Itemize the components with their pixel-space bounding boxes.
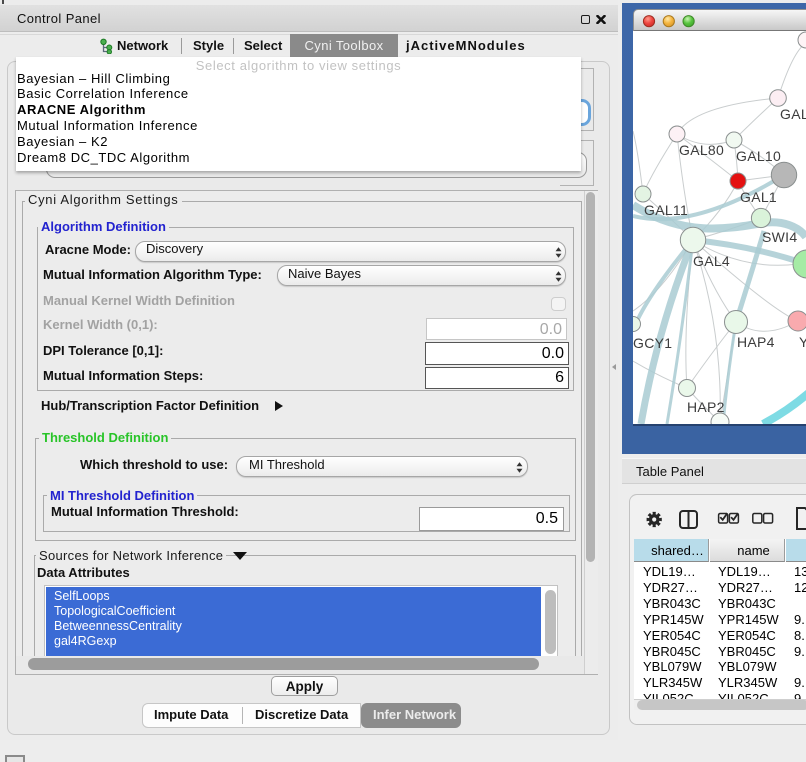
svg-text:GAL4: GAL4 <box>693 253 730 269</box>
svg-text:Y: Y <box>799 334 806 350</box>
svg-text:HAP4: HAP4 <box>737 334 775 350</box>
svg-text:HAP2: HAP2 <box>687 399 725 415</box>
svg-text:GCY1: GCY1 <box>633 335 672 351</box>
svg-text:GAL: GAL <box>780 106 806 122</box>
svg-text:GAL80: GAL80 <box>679 142 724 158</box>
svg-text:GAL10: GAL10 <box>736 148 781 164</box>
svg-text:GAL1: GAL1 <box>740 189 777 205</box>
svg-text:GAL11: GAL11 <box>644 202 688 218</box>
svg-text:SWI4: SWI4 <box>762 229 797 245</box>
